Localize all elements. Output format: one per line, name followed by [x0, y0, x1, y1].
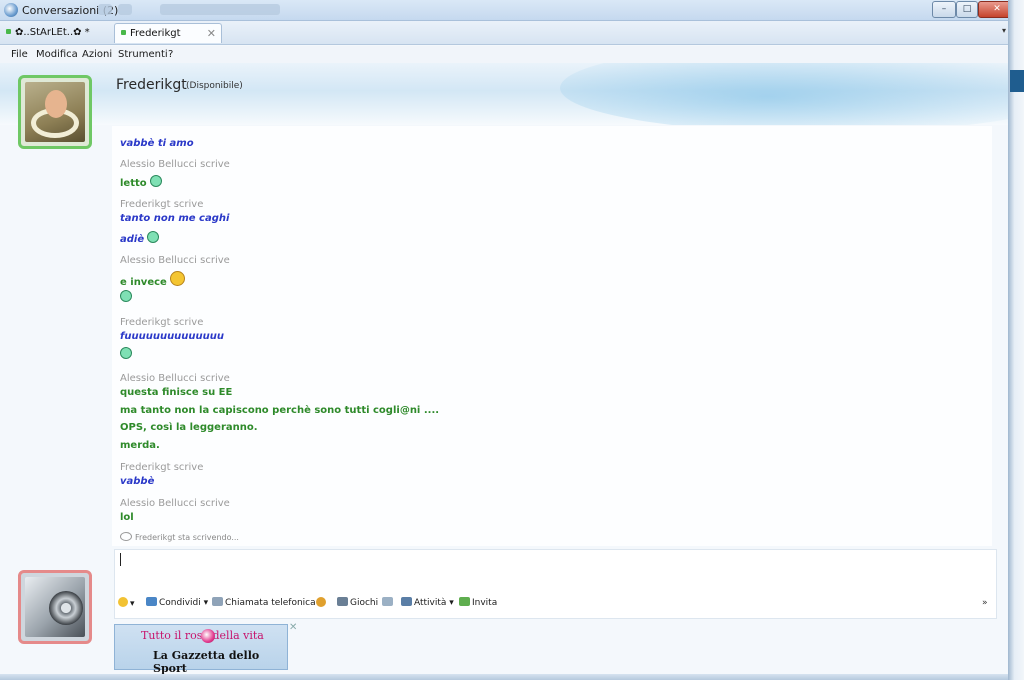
address-ghost	[160, 4, 280, 15]
message: OPS, così la leggeranno.	[120, 422, 258, 433]
emoticon-button[interactable]: ▾	[118, 597, 135, 609]
window-bottom-border	[0, 674, 1020, 680]
maximize-button[interactable]: □	[956, 1, 978, 18]
message: fuuuuuuuuuuuuuu	[120, 331, 225, 342]
message: questa finisce su EE	[120, 387, 233, 398]
green-smiley-icon	[147, 231, 160, 243]
minimize-button[interactable]: –	[932, 1, 956, 18]
menu-file[interactable]: File	[11, 49, 28, 60]
message: ma tanto non la capiscono perchè sono tu…	[120, 405, 440, 416]
message: lol	[120, 512, 134, 523]
self-photo	[25, 577, 85, 637]
menu-azioni[interactable]: Azioni	[82, 49, 112, 60]
share-button[interactable]: Condividi ▾	[146, 597, 208, 608]
activities-icon	[401, 597, 412, 606]
sender-label: Alessio Bellucci scrive	[120, 373, 230, 384]
phone-call-button[interactable]: Chiamata telefonica ▾	[212, 597, 323, 608]
conversation-history[interactable]: vabbè ti amo Alessio Bellucci scrive let…	[112, 126, 992, 546]
photo-detail	[49, 591, 83, 625]
sender-label: Frederikgt scrive	[120, 462, 204, 473]
activities-button[interactable]: Attività ▾	[401, 597, 454, 608]
status-online-icon	[6, 29, 11, 34]
message: vabbè	[120, 476, 155, 487]
contact-status: (Disponibile)	[186, 81, 243, 91]
photo-detail	[45, 90, 67, 118]
contact-header: Frederikgt (Disponibile)	[0, 63, 1008, 125]
header-decoration	[560, 63, 1008, 125]
contact-name[interactable]: Frederikgt	[116, 77, 187, 93]
smiley-icon	[118, 597, 128, 607]
message-text: adiè	[120, 234, 145, 245]
tab-label: ✿..StArLEt..✿ *	[15, 27, 90, 38]
invite-icon	[459, 597, 470, 606]
sender-label: Alessio Bellucci scrive	[120, 159, 230, 170]
share-label: Condividi	[159, 598, 201, 608]
sender-label: Frederikgt scrive	[120, 199, 204, 210]
message-text: letto	[120, 178, 147, 189]
message-text: e invece	[120, 277, 167, 288]
contact-avatar[interactable]	[18, 75, 92, 149]
sender-label: Alessio Bellucci scrive	[120, 255, 230, 266]
games-button[interactable]: Giochi	[337, 597, 378, 608]
tab-frederikgt[interactable]: Frederikgt ✕	[114, 23, 222, 43]
contact-photo	[25, 82, 85, 142]
message	[120, 347, 132, 361]
text-caret	[120, 553, 121, 566]
message	[120, 290, 132, 304]
tab-list-dropdown-icon[interactable]: ▾	[1002, 26, 1006, 35]
tab-close-icon[interactable]: ✕	[207, 24, 216, 44]
desktop-background	[1008, 0, 1024, 680]
menu-help[interactable]: ?	[168, 49, 173, 60]
gazzetta-logo-icon	[201, 629, 215, 643]
forward-ghost-icon	[118, 4, 132, 15]
tab-label: Frederikgt	[130, 28, 181, 39]
phone-icon	[212, 597, 223, 606]
games-label: Giochi	[350, 598, 379, 608]
message: adiè	[120, 231, 160, 245]
wink-icon	[316, 597, 326, 607]
call-label: Chiamata telefonica	[225, 598, 316, 608]
typing-indicator: Frederikgt sta scrivendo...	[120, 532, 239, 542]
typing-bubble-icon	[120, 532, 132, 541]
back-ghost-icon	[98, 4, 112, 15]
activities-label: Attività	[414, 598, 447, 608]
invite-button[interactable]: Invita	[459, 597, 497, 608]
desktop-window-fragment	[1010, 70, 1024, 92]
sender-label: Frederikgt scrive	[120, 317, 204, 328]
self-avatar[interactable]	[18, 570, 92, 644]
toolbar-overflow-button[interactable]: »	[982, 598, 988, 608]
message: letto	[120, 175, 162, 189]
nudge-button[interactable]	[382, 597, 395, 608]
message: vabbè ti amo	[120, 138, 194, 149]
message: tanto non me caghi	[120, 213, 230, 224]
games-icon	[337, 597, 348, 606]
menu-strumenti[interactable]: Strumenti	[118, 49, 168, 60]
advertisement-banner[interactable]: Tutto il rosa della vita La Gazzetta del…	[114, 624, 288, 675]
message: e invece	[120, 271, 185, 288]
sender-label: Alessio Bellucci scrive	[120, 498, 230, 509]
nudge-icon	[382, 597, 393, 606]
grin-smiley-icon	[169, 271, 185, 286]
menu-bar: File Modifica Azioni Strumenti ?	[0, 46, 1008, 63]
title-bar[interactable]: Conversazioni (2) – □ ✕	[0, 0, 1020, 21]
message-input[interactable]	[114, 549, 997, 619]
green-smiley-icon	[149, 175, 162, 187]
wink-button[interactable]	[316, 597, 328, 609]
invite-label: Invita	[472, 598, 498, 608]
green-smiley-icon	[120, 290, 132, 302]
ad-close-icon[interactable]: ✕	[289, 622, 297, 633]
message: merda.	[120, 440, 160, 451]
share-icon	[146, 597, 157, 606]
ad-brand: La Gazzetta dello Sport	[153, 649, 260, 675]
typing-text: Frederikgt sta scrivendo...	[135, 533, 239, 542]
conversation-window: Conversazioni (2) – □ ✕ ✿..StArLEt..✿ * …	[0, 0, 1021, 680]
messenger-app-icon	[4, 3, 18, 17]
tab-starlet[interactable]: ✿..StArLEt..✿ *	[6, 23, 110, 43]
green-smiley-icon	[120, 347, 132, 359]
menu-modifica[interactable]: Modifica	[36, 49, 78, 60]
status-online-icon	[121, 30, 126, 35]
tab-strip: ✿..StArLEt..✿ * Frederikgt ✕	[0, 21, 1018, 45]
